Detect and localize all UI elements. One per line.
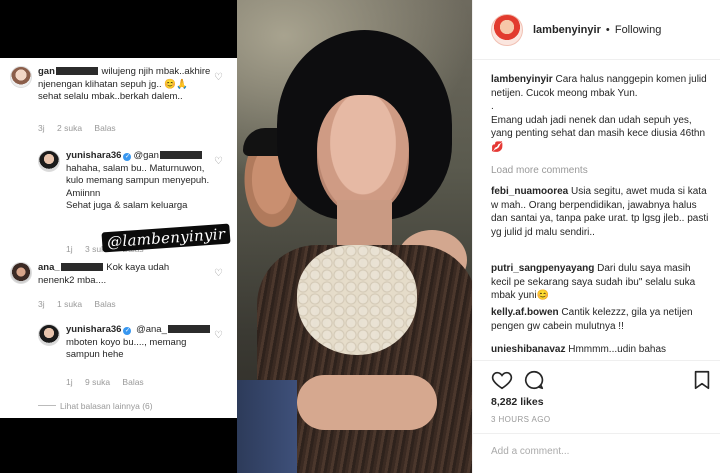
reply-link[interactable]: Balas — [94, 299, 115, 309]
photo-subject-hands — [297, 375, 437, 430]
comment-username[interactable]: febi_nuamoorea — [491, 186, 568, 197]
avatar[interactable] — [38, 150, 60, 172]
photo-subject-shell-necklace — [297, 245, 417, 355]
reply-text: hahaha, salam bu.. Maturnuwon, kulo mema… — [66, 162, 210, 212]
comment-icon[interactable] — [523, 369, 545, 391]
comment-meta: 3j 2 suka Balas — [38, 122, 126, 135]
verified-badge-icon: ✓ — [123, 327, 132, 335]
post-header: lambenyinyir • Following — [473, 0, 720, 60]
heart-icon[interactable]: ♡ — [214, 268, 223, 281]
comment-item: kelly.af.bowen Cantik kelezzz, gila ya n… — [491, 306, 713, 333]
reply-username[interactable]: yunishara36 — [66, 324, 121, 335]
likes-count[interactable]: 8,282 likes — [491, 396, 544, 408]
comment-username[interactable]: ana_ — [38, 262, 60, 273]
comment-time: 3j — [38, 123, 45, 133]
redaction-bar — [55, 67, 98, 75]
action-bar — [473, 360, 720, 400]
redaction-bar — [167, 325, 210, 333]
comment-username[interactable]: putri_sangpenyayang — [491, 263, 594, 274]
comment-username[interactable]: kelly.af.bowen — [491, 307, 559, 318]
post-timestamp: 3 HOURS AGO — [491, 415, 551, 424]
reply-text: mboten koyo bu...., memang sampun hehe — [66, 336, 187, 361]
add-comment-input[interactable] — [491, 446, 701, 457]
photo-foreground-jeans — [237, 380, 297, 473]
comment-item: unieshibanavaz Hmmmm...udin bahas — [491, 343, 713, 357]
comment-item: febi_nuamoorea Usia segitu, awet muda si… — [491, 185, 713, 239]
comment-username[interactable]: unieshibanavaz — [491, 344, 565, 355]
comment-time: 3j — [38, 299, 45, 309]
embedded-comments-screenshot: gan wilujeng njih mbak..akhire njenengan… — [0, 0, 237, 473]
heart-icon[interactable]: ♡ — [214, 72, 223, 85]
reply-body: yunishara36 ✓ @ana_ mboten koyo bu...., m… — [66, 324, 214, 362]
heart-icon[interactable]: ♡ — [214, 330, 223, 343]
heart-icon[interactable]: ♡ — [214, 156, 223, 169]
comment-body: gan wilujeng njih mbak..akhire njenengan… — [38, 66, 213, 104]
follow-status[interactable]: Following — [615, 24, 661, 36]
reply-item: yunishara36 ✓ @ana_ mboten koyo bu...., m… — [0, 320, 237, 400]
reply-meta: 1j 9 suka Balas — [66, 376, 154, 389]
photo-subject-face — [317, 95, 409, 215]
comment-text: Hmmmm...udin bahas — [568, 344, 667, 355]
post-photo[interactable] — [237, 0, 472, 473]
comment-item: ana_ Kok kaya udah nenenk2 mba.... ♡ 3j … — [0, 258, 237, 320]
caption-text: Cara halus nanggepin komen julid netijen… — [491, 74, 707, 153]
author-avatar[interactable] — [491, 14, 523, 46]
reply-link[interactable]: Balas — [122, 377, 143, 387]
avatar[interactable] — [10, 262, 32, 284]
avatar[interactable] — [10, 66, 32, 88]
reply-time: 1j — [66, 377, 73, 387]
author-line: lambenyinyir • Following — [533, 24, 661, 36]
bookmark-icon[interactable] — [691, 369, 713, 391]
add-comment-bar — [473, 433, 720, 473]
comment-likes[interactable]: 2 suka — [57, 123, 82, 133]
reply-time: 1j — [66, 244, 73, 254]
author-username[interactable]: lambenyinyir — [533, 24, 601, 36]
caption-username[interactable]: lambenyinyir — [491, 74, 553, 85]
redaction-bar — [60, 263, 103, 271]
reply-username[interactable]: yunishara36 — [66, 150, 121, 161]
comment-meta: 3j 1 suka Balas — [38, 298, 126, 311]
composite-screenshot: gan wilujeng njih mbak..akhire njenengan… — [0, 0, 720, 473]
separator-dot: • — [605, 24, 610, 36]
reply-link[interactable]: Balas — [94, 123, 115, 133]
instagram-post-panel: lambenyinyir • Following lambenyinyir Ca… — [472, 0, 720, 473]
avatar[interactable] — [38, 324, 60, 346]
reply-mention[interactable]: @ana_ — [136, 324, 167, 335]
load-more-comments-link[interactable]: Load more comments — [491, 165, 588, 176]
reply-likes[interactable]: 9 suka — [85, 377, 110, 387]
reply-mention[interactable]: @gan — [133, 150, 159, 161]
verified-badge-icon: ✓ — [123, 153, 132, 161]
comment-item: gan wilujeng njih mbak..akhire njenengan… — [0, 62, 237, 136]
post-caption: lambenyinyir Cara halus nanggepin komen … — [491, 73, 713, 154]
comment-username[interactable]: gan — [38, 66, 55, 77]
view-more-replies-link[interactable]: Lihat balasan lainnya (6) — [38, 401, 153, 411]
comment-body: ana_ Kok kaya udah nenenk2 mba.... — [38, 262, 208, 287]
redaction-bar — [159, 151, 202, 159]
comment-item: putri_sangpenyayang Dari dulu saya masih… — [491, 262, 713, 303]
reply-body: yunishara36 ✓ @gan hahaha, salam bu.. Matu… — [66, 150, 214, 213]
comment-likes[interactable]: 1 suka — [57, 299, 82, 309]
heart-icon[interactable] — [491, 369, 513, 391]
